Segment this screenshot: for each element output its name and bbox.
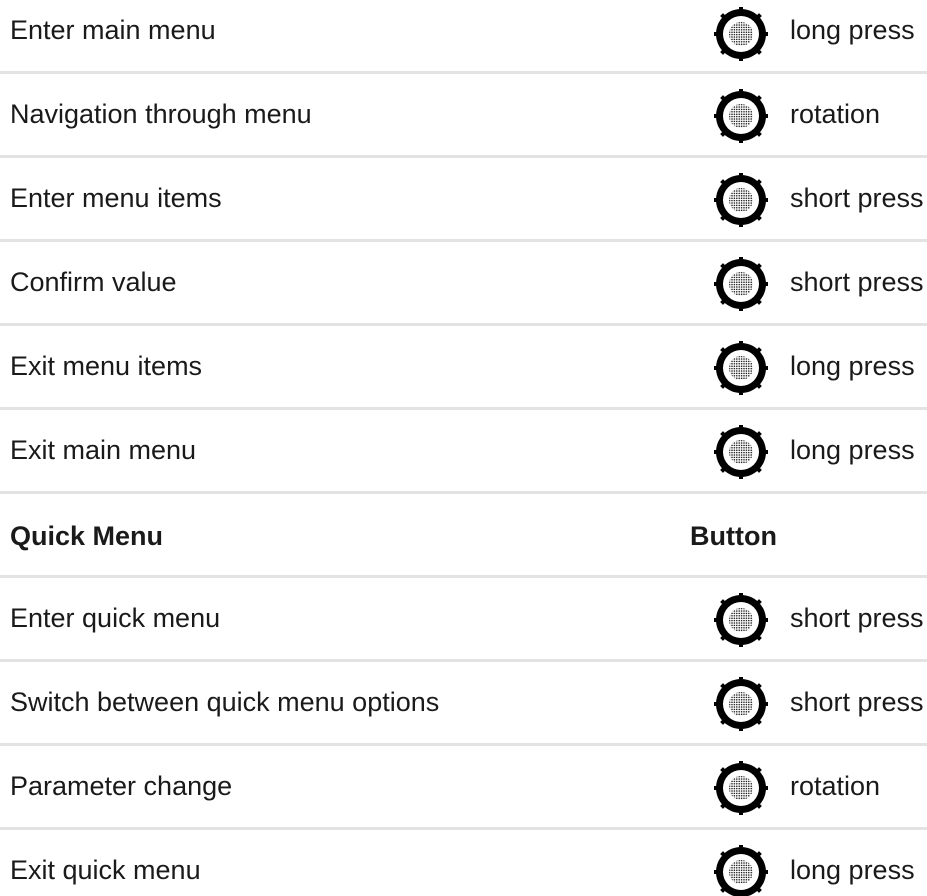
action-label: Parameter change — [10, 770, 233, 801]
action-label: Enter main menu — [10, 14, 216, 45]
table-row: Parameter change rotation — [0, 744, 927, 828]
gesture-label: long press — [790, 854, 915, 885]
rotary-knob-icon — [714, 677, 768, 731]
action-label: Enter quick menu — [10, 602, 221, 633]
table-row: Exit main menu long press — [0, 408, 927, 492]
rotary-knob-icon — [714, 341, 768, 395]
section-header: Quick Menu Button — [0, 494, 927, 578]
table-row: Exit quick menu long press — [0, 828, 927, 896]
gesture-label: rotation — [790, 98, 881, 129]
gesture-label: long press — [790, 434, 915, 465]
rotary-knob-icon — [714, 7, 768, 61]
table-row: Navigation through menu rotation — [0, 72, 927, 156]
gesture-label: short press — [790, 602, 924, 633]
action-label: Confirm value — [10, 266, 177, 297]
action-label: Switch between quick menu options — [10, 686, 440, 717]
gesture-label: rotation — [790, 770, 881, 801]
table-row: Exit menu items long press — [0, 324, 927, 408]
controls-table: Enter main menu long press Navigation th… — [0, 0, 927, 896]
action-label: Exit menu items — [10, 350, 203, 381]
rotary-knob-icon — [714, 257, 768, 311]
table-row: Enter quick menu short press — [0, 576, 927, 660]
rotary-knob-icon — [714, 845, 768, 896]
rotary-knob-icon — [714, 761, 768, 815]
table-row: Confirm value short press — [0, 240, 927, 324]
rotary-knob-icon — [714, 89, 768, 143]
gesture-label: long press — [790, 14, 915, 45]
column-header-button: Button — [690, 520, 777, 551]
gesture-label: short press — [790, 266, 924, 297]
table-row: Switch between quick menu options short … — [0, 660, 927, 744]
action-label: Exit quick menu — [10, 854, 201, 885]
action-label: Exit main menu — [10, 434, 197, 465]
section-title: Quick Menu — [10, 520, 164, 551]
table-row: Enter menu items short press — [0, 156, 927, 240]
action-label: Enter menu items — [10, 182, 222, 213]
rotary-knob-icon — [714, 173, 768, 227]
gesture-label: short press — [790, 686, 924, 717]
rotary-knob-icon — [714, 425, 768, 479]
rotary-knob-icon — [714, 593, 768, 647]
table-row: Enter main menu long press — [0, 0, 927, 72]
gesture-label: long press — [790, 350, 915, 381]
action-label: Navigation through menu — [10, 98, 312, 129]
gesture-label: short press — [790, 182, 924, 213]
